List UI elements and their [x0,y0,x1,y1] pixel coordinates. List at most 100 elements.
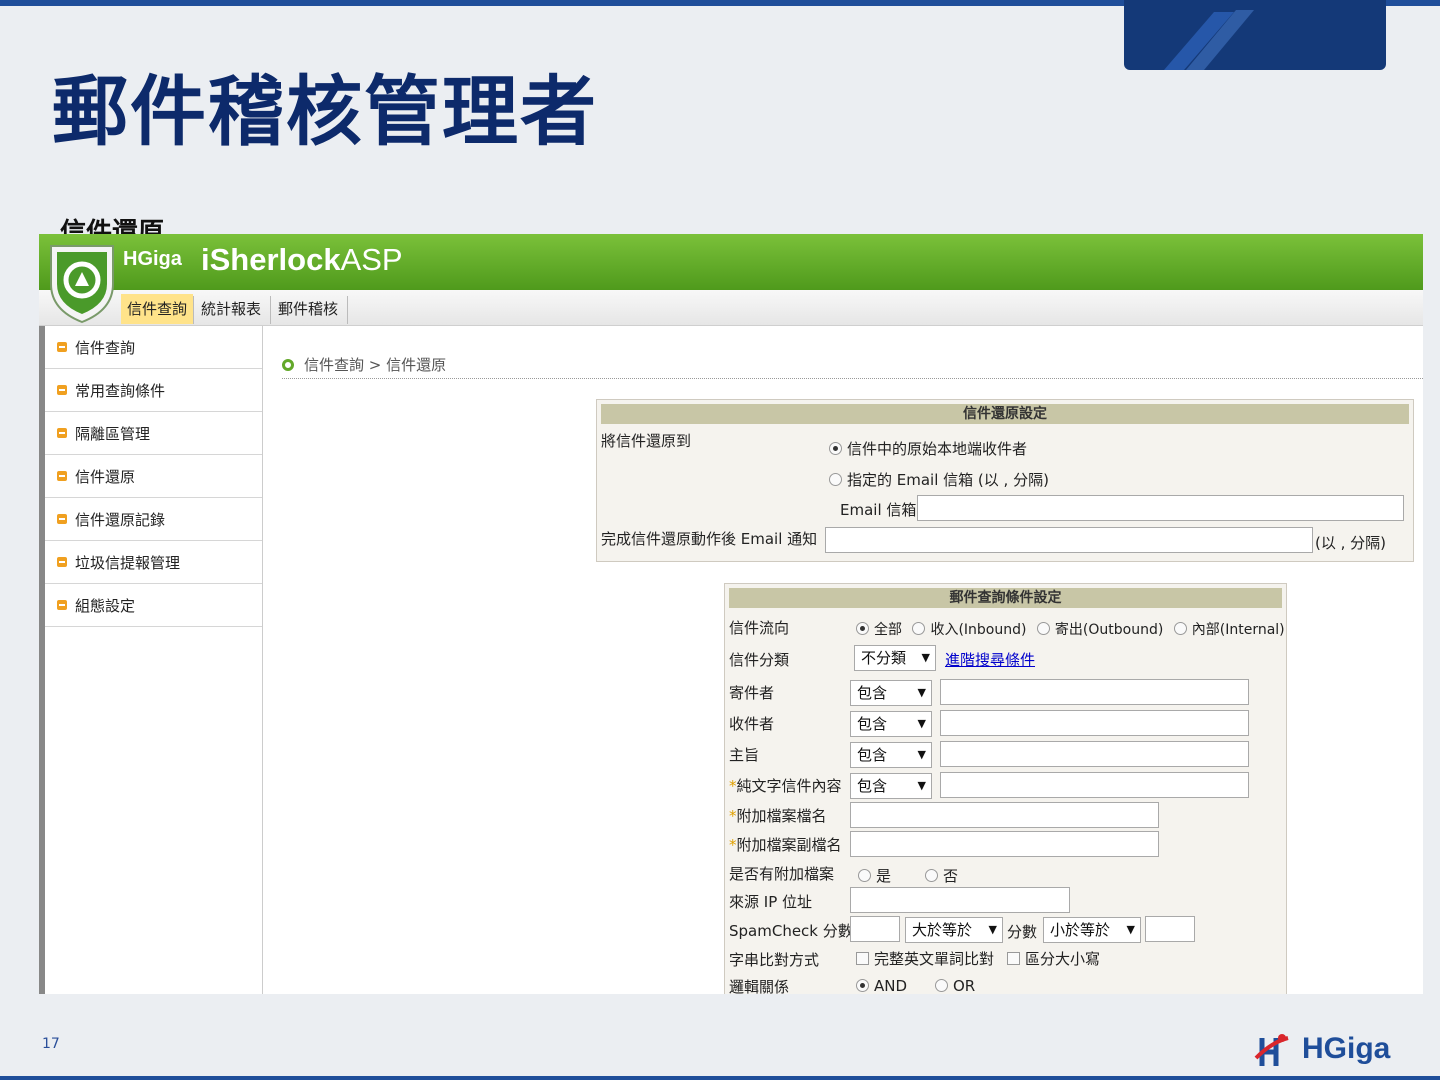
dropdown-arrow-icon: ▼ [1126,923,1135,936]
logic-and-label: AND [874,977,908,994]
subject-match-value: 包含 [857,746,888,764]
recipient-match-value: 包含 [857,715,888,733]
sender-match-select[interactable]: 包含 ▼ [850,680,932,706]
radio-selected-icon[interactable] [829,442,842,455]
source-ip-input[interactable] [850,887,1070,913]
attach-ext-input[interactable] [850,831,1159,857]
app-brand-name: iSherlockASP [201,242,403,278]
logic-or-option[interactable]: OR [935,977,975,994]
subject-input[interactable] [940,741,1249,767]
email-input[interactable] [917,495,1404,521]
email-label: Email 信箱 [840,501,917,519]
sidebar-item-spam-report[interactable]: 垃圾信提報管理 [45,541,262,584]
breadcrumb-divider [282,378,1423,379]
spam-score-text: 分數 [1007,923,1038,941]
sidebar-item-saved-queries[interactable]: 常用查詢條件 [45,369,262,412]
sender-input[interactable] [940,679,1249,705]
tab-statistics[interactable]: 統計報表 [195,294,267,324]
has-attach-no[interactable]: 否 [925,865,958,886]
match-mode-label: 字串比對方式 [729,951,820,969]
has-attach-no-label: 否 [943,867,959,885]
attach-name-label-text: 附加檔案檔名 [736,807,827,825]
attach-name-label: *附加檔案檔名 [729,805,827,826]
restore-specified-option[interactable]: 指定的 Email 信箱 (以 , 分隔) [829,469,1049,490]
sidebar-item-label: 信件還原記錄 [75,510,166,529]
plaintext-match-select[interactable]: 包含 ▼ [850,773,932,799]
logic-and-option[interactable]: AND [856,977,907,994]
radio-icon[interactable] [935,979,948,992]
restore-original-option[interactable]: 信件中的原始本地端收件者 [829,438,1027,459]
spam-gte-select[interactable]: 大於等於 ▼ [905,917,1003,943]
direction-outbound[interactable]: 寄出(Outbound) [1036,622,1164,638]
required-marker: * [729,836,737,854]
radio-icon[interactable] [1036,622,1050,635]
sidebar-item-quarantine[interactable]: 隔離區管理 [45,412,262,455]
direction-all[interactable]: 全部 [856,622,902,638]
plaintext-label-text: 純文字信件內容 [736,777,842,795]
spam-lte-select[interactable]: 小於等於 ▼ [1043,917,1141,943]
expand-icon [57,600,67,610]
sidebar-item-configuration[interactable]: 組態設定 [45,584,262,627]
whole-word-option[interactable]: 完整英文單詞比對 [856,948,994,969]
direction-label: 信件流向 [729,619,790,637]
has-attach-label: 是否有附加檔案 [729,865,835,883]
has-attach-yes[interactable]: 是 [858,865,891,886]
tab-separator [347,296,348,324]
radio-selected-icon[interactable] [856,979,869,992]
radio-icon[interactable] [858,869,871,882]
source-ip-label: 來源 IP 位址 [729,893,813,911]
category-select[interactable]: 不分類 ▼ [854,645,936,671]
direction-options: 全部 收入(Inbound) 寄出(Outbound) 內部(Internal) [856,619,1285,639]
sidebar-item-label: 隔離區管理 [75,424,151,443]
plaintext-label: *純文字信件內容 [729,775,842,796]
checkbox-icon[interactable] [1007,952,1020,965]
tab-mail-audit[interactable]: 郵件稽核 [272,294,344,324]
attach-name-input[interactable] [850,802,1159,828]
required-marker: * [729,807,737,825]
recipient-match-select[interactable]: 包含 ▼ [850,711,932,737]
plaintext-input[interactable] [940,772,1249,798]
app-header: HGiga iSherlockASP [39,234,1423,290]
shield-logo-icon [50,245,114,324]
query-panel-header: 郵件查詢條件設定 [729,588,1282,608]
radio-icon[interactable] [912,622,926,635]
has-attach-yes-label: 是 [876,867,892,885]
spam-score-max-input[interactable] [1145,916,1195,942]
direction-inbound-label: 收入(Inbound) [930,622,1027,638]
sidebar: 信件查詢 常用查詢條件 隔離區管理 信件還原 信件還原記錄 垃圾信提報管理 組態… [45,326,263,994]
subject-match-select[interactable]: 包含 ▼ [850,742,932,768]
radio-icon[interactable] [1173,622,1187,635]
tab-separator [270,296,271,324]
radio-icon[interactable] [925,869,938,882]
advanced-search-link[interactable]: 進階搜尋條件 [945,649,1035,670]
restore-panel-header: 信件還原設定 [601,404,1409,424]
app-brand-suffix: ASP [340,242,403,277]
sidebar-item-mail-restore[interactable]: 信件還原 [45,455,262,498]
sidebar-item-label: 信件查詢 [75,338,136,357]
notify-label: 完成信件還原動作後 Email 通知 [601,530,818,548]
expand-icon [57,514,67,524]
case-sensitive-option[interactable]: 區分大小寫 [1007,948,1100,969]
notify-suffix: (以 , 分隔) [1315,534,1387,552]
direction-internal[interactable]: 內部(Internal) [1173,622,1285,638]
direction-inbound[interactable]: 收入(Inbound) [912,622,1026,638]
logic-label: 邏輯關係 [729,978,790,994]
slide-title: 郵件稽核管理者 [52,67,598,156]
attach-ext-label-text: 附加檔案副檔名 [736,836,842,854]
plaintext-match-value: 包含 [857,777,888,795]
radio-icon[interactable] [829,473,842,486]
expand-icon [57,342,67,352]
sidebar-item-mail-query[interactable]: 信件查詢 [45,326,262,369]
sidebar-item-restore-log[interactable]: 信件還原記錄 [45,498,262,541]
bottom-accent-line [0,1076,1440,1080]
notify-email-input[interactable] [825,527,1313,553]
radio-selected-icon[interactable] [856,622,869,635]
direction-outbound-label: 寄出(Outbound) [1054,622,1164,638]
checkbox-icon[interactable] [856,952,869,965]
tab-mail-query[interactable]: 信件查詢 [121,294,194,324]
spam-score-min-input[interactable] [850,916,900,942]
corner-decoration [1124,0,1386,70]
app-screenshot: HGiga iSherlockASP 信件查詢 統計報表 郵件稽核 信件查詢 常… [39,234,1423,994]
app-brand-prefix: HGiga [123,248,182,270]
recipient-input[interactable] [940,710,1249,736]
